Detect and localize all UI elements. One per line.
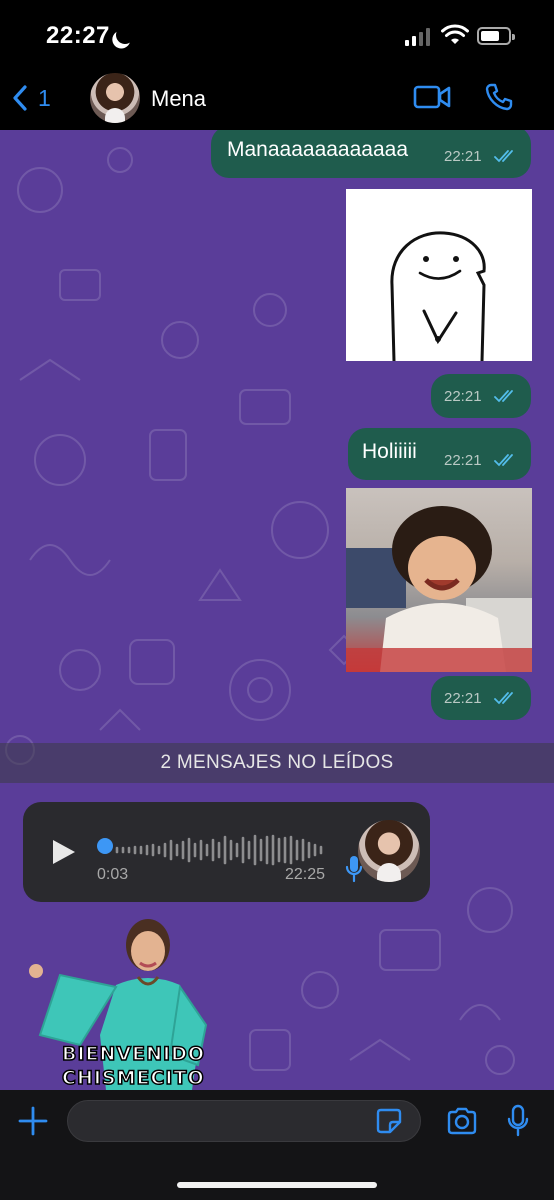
message-text: Manaaaaaaaaaaaa <box>227 138 409 161</box>
message-time: 22:25 <box>285 866 326 883</box>
wifi-icon <box>441 24 469 44</box>
sticker-caption-line-2: CHISMECITO <box>61 1066 205 1090</box>
sticker-caption-line-1: BIENVENIDO <box>61 1042 206 1066</box>
message-time: 22:21 <box>444 148 482 165</box>
unread-messages-banner: 2 MENSAJES NO LEÍDOS <box>0 743 554 783</box>
microphone-icon[interactable] <box>506 1104 530 1138</box>
sender-avatar <box>358 820 420 882</box>
plus-icon[interactable] <box>18 1106 48 1136</box>
home-indicator[interactable] <box>177 1182 377 1188</box>
image-timestamp-bubble: 22:21 <box>431 374 531 418</box>
read-receipt-icon <box>494 692 513 705</box>
read-receipt-icon <box>494 390 513 403</box>
voice-progress-time: 0:03 <box>97 866 129 883</box>
contact-name[interactable]: Mena <box>151 86 206 112</box>
chat-header: 1 Mena <box>0 70 554 130</box>
phone-call-icon[interactable] <box>484 82 514 112</box>
audio-waveform[interactable] <box>115 832 327 868</box>
read-receipt-icon <box>494 454 513 467</box>
chevron-left-icon <box>13 85 27 111</box>
camera-icon[interactable] <box>446 1107 478 1135</box>
laughing-child-photo <box>346 506 532 672</box>
read-receipt-icon <box>494 150 513 163</box>
status-bar: 22:27 <box>0 0 554 70</box>
playback-scrubber[interactable] <box>97 838 113 854</box>
video-call-icon[interactable] <box>413 84 451 110</box>
message-time: 22:21 <box>444 690 482 707</box>
contact-avatar[interactable] <box>90 73 140 123</box>
battery-icon <box>477 27 515 45</box>
image-message-drawing[interactable] <box>346 189 532 361</box>
cellular-signal-icon <box>405 28 433 46</box>
message-input[interactable] <box>67 1100 421 1142</box>
incoming-sticker[interactable]: BIENVENIDO CHISMECITO <box>20 915 230 1090</box>
back-button[interactable]: 1 <box>12 84 51 112</box>
play-icon[interactable] <box>51 838 77 866</box>
incoming-voice-message[interactable]: 0:03 22:25 <box>23 802 430 902</box>
status-time: 22:27 <box>46 22 110 49</box>
smiling-blob-drawing <box>390 231 486 361</box>
message-time: 22:21 <box>444 388 482 405</box>
sticker-icon[interactable] <box>376 1108 402 1134</box>
image-message-photo[interactable] <box>346 488 532 672</box>
message-text: Holiiiii <box>362 440 417 463</box>
chat-area[interactable]: Manaaaaaaaaaaaa 22:21 22:21 Holiiiii 22:… <box>0 130 554 1090</box>
outgoing-message-bubble[interactable]: Holiiiii 22:21 <box>348 428 531 480</box>
message-time: 22:21 <box>444 452 482 469</box>
outgoing-message-bubble[interactable]: Manaaaaaaaaaaaa 22:21 <box>211 130 531 178</box>
unread-chats-count: 1 <box>38 84 51 111</box>
moon-icon <box>113 23 136 46</box>
image-timestamp-bubble: 22:21 <box>431 676 531 720</box>
microphone-icon <box>345 856 363 883</box>
